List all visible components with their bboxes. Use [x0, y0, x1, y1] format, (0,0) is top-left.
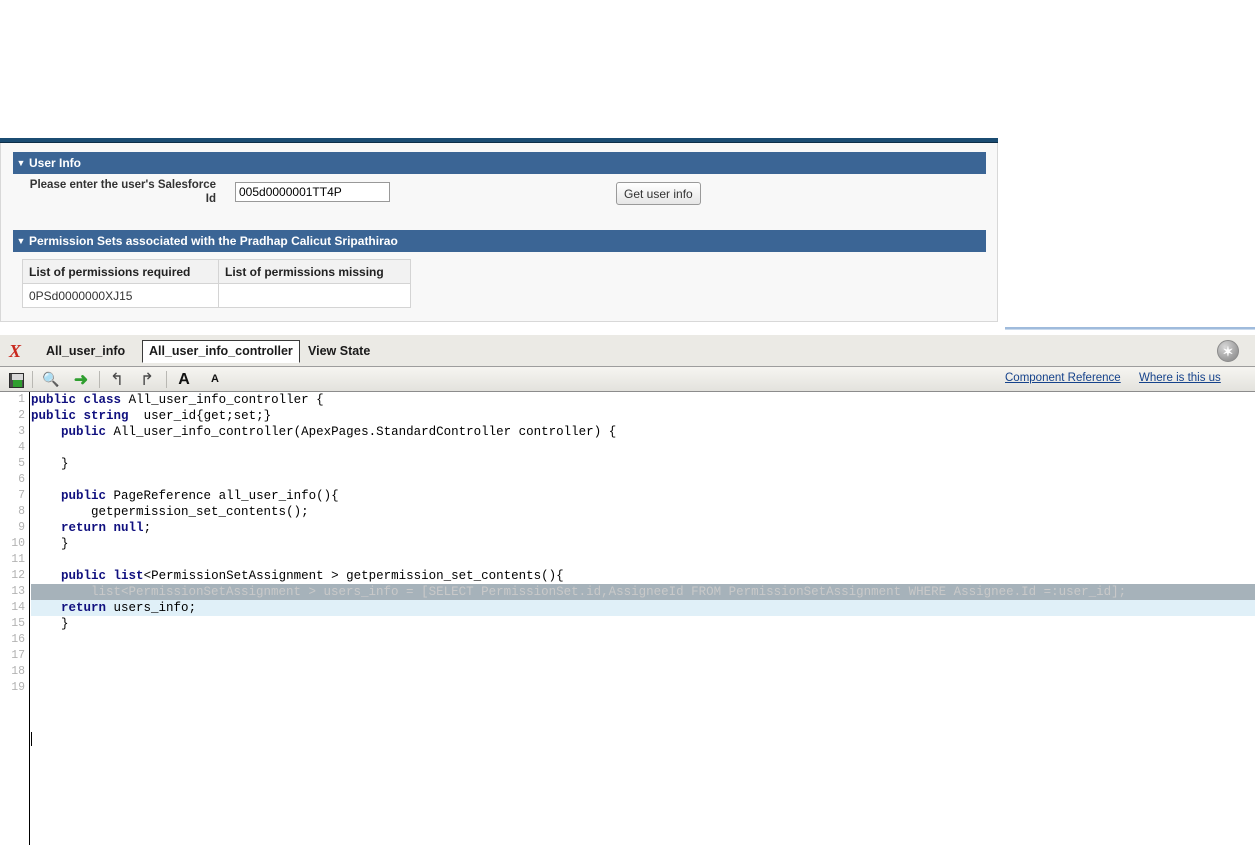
developer-console: X All_user_info All_user_info_controller…: [0, 335, 1255, 845]
section-header-permission-sets[interactable]: ▼ Permission Sets associated with the Pra…: [13, 230, 986, 252]
line-number: 1: [18, 393, 25, 406]
tab-view-state[interactable]: View State: [302, 341, 376, 362]
line-number: 16: [11, 633, 25, 646]
line-number: 3: [18, 425, 25, 438]
tab-all-user-info[interactable]: All_user_info: [40, 341, 131, 362]
horizontal-divider: [1005, 327, 1255, 330]
line-number: 18: [11, 665, 25, 678]
column-header-required: List of permissions required: [22, 259, 219, 284]
permissions-table: List of permissions required List of per…: [22, 259, 411, 308]
line-number: 6: [18, 473, 25, 486]
line-number: 9: [18, 521, 25, 534]
line-number: 2: [18, 409, 25, 422]
code-line[interactable]: public All_user_info_controller(ApexPage…: [31, 424, 1255, 440]
collapse-twisty-icon[interactable]: ▼: [13, 152, 29, 174]
code-line[interactable]: getpermission_set_contents();: [31, 504, 1255, 520]
code-editor[interactable]: 1 2 3 4 5 6 7 8 9 10 11 12 13 14 15 16 17 18 19 public cla…: [0, 392, 1255, 845]
code-line[interactable]: [31, 632, 1255, 648]
visualforce-page: ▼ User Info Please enter the user's Sales…: [0, 0, 1000, 325]
user-id-input[interactable]: [235, 182, 390, 202]
line-number: 17: [11, 649, 25, 662]
line-number: 15: [11, 617, 25, 630]
code-line[interactable]: [31, 680, 1255, 696]
column-header-missing: List of permissions missing: [218, 259, 411, 284]
user-id-field-row: Please enter the user's Salesforce Id: [0, 178, 998, 212]
line-number: 19: [11, 681, 25, 694]
code-line[interactable]: [31, 472, 1255, 488]
line-number: 8: [18, 505, 25, 518]
code-line[interactable]: list<PermissionSetAssignment > users_inf…: [31, 584, 1255, 600]
where-is-this-used-link[interactable]: Where is this us: [1139, 372, 1221, 384]
line-number: 4: [18, 441, 25, 454]
salesforce-logo-icon: X: [8, 341, 21, 361]
code-line[interactable]: [31, 664, 1255, 680]
font-decrease-icon[interactable]: A: [205, 370, 225, 389]
user-id-label: Please enter the user's Salesforce Id: [29, 179, 216, 205]
code-content[interactable]: public class All_user_info_controller {p…: [31, 392, 1255, 845]
line-number: 12: [11, 569, 25, 582]
section-header-user-info[interactable]: ▼ User Info: [13, 152, 986, 174]
table-row: 0PSd0000000XJ15: [22, 283, 411, 308]
toolbar-separator: [32, 371, 33, 388]
code-line[interactable]: public list<PermissionSetAssignment > ge…: [31, 568, 1255, 584]
component-reference-link[interactable]: Component Reference: [1005, 372, 1121, 384]
close-icon[interactable]: ✶: [1217, 340, 1239, 362]
collapse-twisty-icon[interactable]: ▼: [13, 230, 29, 252]
redo-icon[interactable]: ↱: [137, 370, 157, 389]
code-line[interactable]: }: [31, 456, 1255, 472]
toolbar-separator: [166, 371, 167, 388]
line-number: 7: [18, 489, 25, 502]
line-number: 11: [11, 553, 25, 566]
section-title: Permission Sets associated with the Prad…: [29, 234, 398, 248]
tab-all-user-info-controller[interactable]: All_user_info_controller: [142, 340, 300, 363]
code-line[interactable]: [31, 648, 1255, 664]
table-header-row: List of permissions required List of per…: [22, 259, 411, 284]
search-icon[interactable]: 🔍: [41, 370, 61, 389]
code-line[interactable]: public string user_id{get;set;}: [31, 408, 1255, 424]
font-increase-icon[interactable]: A: [174, 370, 194, 389]
editor-toolbar: 🔍 ➜ ↰ ↱ A A Component Reference Where is…: [0, 367, 1255, 392]
line-number: 13: [11, 585, 25, 598]
text-caret: [31, 732, 32, 746]
code-line[interactable]: [31, 440, 1255, 456]
code-line[interactable]: return null;: [31, 520, 1255, 536]
code-line[interactable]: }: [31, 616, 1255, 632]
line-number: 14: [11, 601, 25, 614]
save-icon[interactable]: [6, 370, 26, 389]
section-title: User Info: [29, 156, 82, 170]
code-line[interactable]: [31, 552, 1255, 568]
get-user-info-button[interactable]: Get user info: [616, 182, 701, 205]
cell-permission-required: 0PSd0000000XJ15: [22, 283, 219, 308]
code-line[interactable]: }: [31, 536, 1255, 552]
console-tab-bar: X All_user_info All_user_info_controller…: [0, 335, 1255, 367]
line-number: 10: [11, 537, 25, 550]
line-number: 5: [18, 457, 25, 470]
undo-icon[interactable]: ↰: [107, 370, 127, 389]
code-line[interactable]: public PageReference all_user_info(){: [31, 488, 1255, 504]
line-number-gutter: 1 2 3 4 5 6 7 8 9 10 11 12 13 14 15 16 17 18 19: [0, 392, 30, 845]
go-to-icon[interactable]: ➜: [71, 370, 91, 389]
code-line[interactable]: return users_info;: [31, 600, 1255, 616]
cell-permission-missing: [218, 283, 411, 308]
code-line[interactable]: public class All_user_info_controller {: [31, 392, 1255, 408]
toolbar-separator: [99, 371, 100, 388]
